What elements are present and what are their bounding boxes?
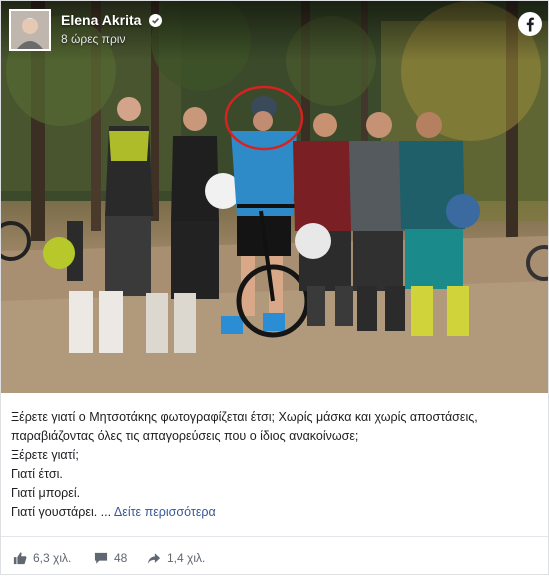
comment-icon	[94, 552, 108, 564]
likes-stat[interactable]: 6,3 χιλ.	[13, 551, 71, 565]
post-timestamp[interactable]: 8 ώρες πριν	[61, 32, 125, 46]
comments-count: 48	[114, 551, 128, 565]
share-icon	[147, 552, 161, 564]
post-footer: 6,3 χιλ. 48 1,4 χιλ.	[1, 536, 548, 577]
post-text-line-6-text: Γιατί γουστάρει. ...	[11, 505, 112, 519]
author-avatar[interactable]	[9, 9, 51, 51]
likes-count: 6,3 χιλ.	[33, 551, 72, 565]
post-text-line-3: Ξέρετε γιατί;	[11, 448, 79, 462]
see-more-link[interactable]: Δείτε περισσότερα	[114, 505, 216, 519]
shares-count: 1,4 χιλ.	[167, 551, 206, 565]
comments-stat[interactable]: 48	[94, 551, 127, 565]
author-name[interactable]: Elena Akrita	[61, 12, 141, 28]
person-5	[349, 112, 405, 331]
post-text-line-6: Γιατί γουστάρει. ... Δείτε περισσότερα	[11, 503, 541, 522]
post-header: Elena Akrita 8 ώρες πριν	[1, 1, 548, 61]
verified-badge-icon	[149, 14, 162, 27]
post-text-line-1: Ξέρετε γιατί ο Μητσοτάκης φωτογραφίζεται…	[11, 410, 478, 424]
facebook-post-card: Elena Akrita 8 ώρες πριν Ξέρετε γιατί ο …	[0, 0, 549, 575]
like-icon	[13, 552, 27, 565]
post-text-line-5: Γιατί μπορεί.	[11, 486, 81, 500]
facebook-logo-icon[interactable]	[518, 12, 542, 36]
post-text-line-4: Γιατί έτσι.	[11, 467, 63, 481]
post-text-line-2: παραβιάζοντας όλες τις απαγορεύσεις που …	[11, 429, 359, 443]
post-text: Ξέρετε γιατί ο Μητσοτάκης φωτογραφίζεται…	[11, 408, 541, 522]
shares-stat[interactable]: 1,4 χιλ.	[147, 551, 205, 565]
